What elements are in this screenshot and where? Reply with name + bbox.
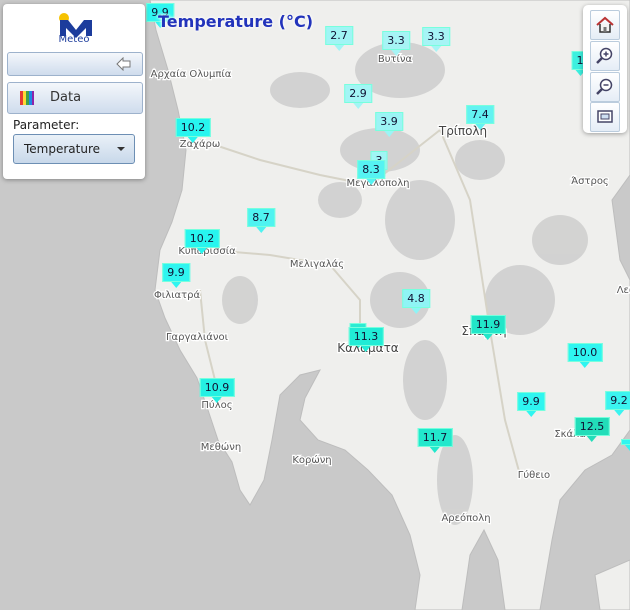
station-marker[interactable]: 8.7 (247, 208, 275, 233)
station-value: 10.2 (175, 118, 211, 137)
place-label-archaia-olympia: Αρχαία Ολυμπία (151, 68, 232, 80)
station-marker[interactable]: 11.7 (417, 428, 453, 453)
marker-pointer (212, 397, 222, 403)
station-marker[interactable]: 9.9 (162, 263, 190, 288)
back-arrow-icon (116, 57, 131, 71)
station-marker[interactable]: 10.2 (175, 118, 211, 143)
palette-icon (20, 91, 34, 105)
full-extent-button[interactable] (590, 102, 620, 132)
station-value: 3.9 (375, 112, 403, 131)
station-value: 8.7 (247, 208, 275, 227)
station-marker[interactable]: 11.3 (348, 327, 384, 352)
station-value: 11.3 (348, 327, 384, 346)
station-marker[interactable]: 2.7 (325, 26, 353, 51)
marker-pointer (171, 282, 181, 288)
station-value: 9.2 (605, 391, 630, 410)
marker-pointer (614, 410, 624, 416)
place-label-methoni: Μεθώνη (201, 441, 241, 453)
place-label-gytheio: Γύθειο (518, 469, 550, 481)
station-marker[interactable]: 3.3 (382, 31, 410, 56)
zoom-in-icon (596, 47, 613, 64)
station-marker[interactable] (621, 439, 630, 451)
place-label-leonidio: Λεω (617, 285, 630, 296)
logo-text: Meteo (58, 34, 90, 45)
parameter-select[interactable]: Temperature (13, 134, 135, 164)
station-value: 2.9 (344, 84, 372, 103)
place-label-areopoli: Αρεόπολη (441, 512, 490, 524)
place-label-meligalas: Μελιγαλάς (290, 258, 344, 270)
station-marker[interactable]: 3.3 (422, 27, 450, 52)
station-value: 12.5 (574, 417, 610, 436)
marker-pointer (391, 50, 401, 56)
station-value: 3.3 (382, 31, 410, 50)
station-value: 10.2 (184, 229, 220, 248)
station-value: 10.0 (567, 343, 603, 362)
zoom-in-button[interactable] (590, 41, 620, 71)
station-value: 8.3 (357, 160, 385, 179)
station-marker[interactable]: 4.8 (402, 289, 430, 314)
collapse-panel-button[interactable] (7, 52, 143, 76)
station-marker[interactable]: 10.9 (199, 378, 235, 403)
station-marker[interactable]: 10.0 (567, 343, 603, 368)
full-extent-icon (597, 110, 613, 123)
zoom-out-icon (596, 78, 613, 95)
place-label-gargaliani: Γαργαλιάνοι (166, 331, 229, 343)
station-marker[interactable]: 10.2 (184, 229, 220, 254)
station-marker[interactable]: 2.9 (344, 84, 372, 109)
marker-pointer (483, 334, 493, 340)
station-value: 9.9 (517, 392, 545, 411)
station-value: 3.3 (422, 27, 450, 46)
marker-pointer (256, 227, 266, 233)
station-value: 4.8 (402, 289, 430, 308)
marker-pointer (431, 46, 441, 52)
zoom-out-button[interactable] (590, 72, 620, 102)
map-title: Temperature (°C) (158, 12, 314, 31)
place-label-filiatra: Φιλιατρά (154, 289, 201, 301)
home-icon (596, 16, 614, 33)
station-value: 11.7 (417, 428, 453, 447)
marker-pointer (334, 45, 344, 51)
chevron-down-icon (117, 147, 125, 151)
data-button-label: Data (50, 90, 82, 105)
marker-pointer (361, 346, 371, 352)
station-value: 7.4 (466, 105, 494, 124)
marker-pointer (353, 103, 363, 109)
marker-pointer (430, 447, 440, 453)
marker-pointer (475, 124, 485, 130)
marker-pointer (384, 131, 394, 137)
map-navigation-controls (583, 5, 627, 133)
place-label-astros: Άστρος (571, 175, 609, 187)
marker-pointer (366, 179, 376, 185)
control-panel: Meteo Data Parameter: Temperature (3, 4, 145, 179)
marker-pointer (197, 248, 207, 254)
parameter-label: Parameter: (13, 118, 80, 132)
marker-pointer (580, 362, 590, 368)
place-label-koroni: Κορώνη (292, 454, 331, 466)
station-value: 10.9 (199, 378, 235, 397)
marker-pointer (625, 445, 630, 451)
station-value: 11.9 (470, 315, 506, 334)
station-marker[interactable]: 3.9 (375, 112, 403, 137)
station-value: 9.9 (162, 263, 190, 282)
marker-pointer (526, 411, 536, 417)
marker-pointer (411, 308, 421, 314)
marker-pointer (587, 436, 597, 442)
station-marker[interactable]: 9.9 (517, 392, 545, 417)
station-marker[interactable]: 11.9 (470, 315, 506, 340)
home-button[interactable] (590, 10, 620, 40)
station-marker[interactable]: 7.4 (466, 105, 494, 130)
station-marker[interactable]: 8.3 (357, 160, 385, 185)
data-button[interactable]: Data (7, 82, 143, 114)
parameter-select-value: Temperature (24, 142, 101, 156)
station-value: 2.7 (325, 26, 353, 45)
marker-pointer (188, 137, 198, 143)
station-marker[interactable]: 9.2 (605, 391, 630, 416)
station-marker[interactable]: 12.5 (574, 417, 610, 442)
